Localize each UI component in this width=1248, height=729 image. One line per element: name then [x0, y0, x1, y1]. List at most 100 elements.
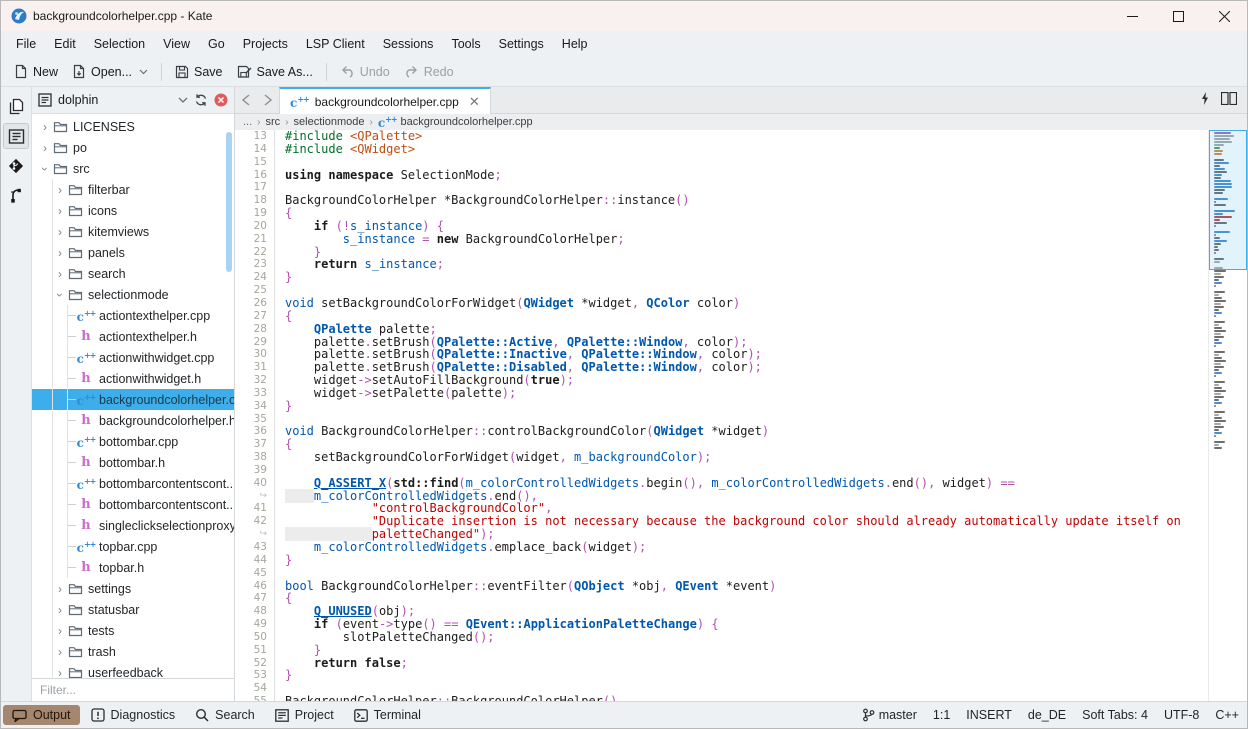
tree-folder-panels[interactable]: ›panels [32, 242, 234, 263]
menu-go[interactable]: Go [199, 34, 234, 54]
panel-button-output[interactable]: Output [3, 705, 80, 725]
menu-file[interactable]: File [7, 34, 45, 54]
expand-arrow-icon[interactable]: › [38, 142, 52, 154]
tree-file-bottombarcontentscont-[interactable]: c++bottombarcontentscont... [32, 473, 234, 494]
history-back-icon[interactable] [235, 87, 257, 113]
toolbar-separator [161, 63, 162, 81]
open-button[interactable]: Open... [65, 61, 155, 82]
tab-backgroundcolorhelper[interactable]: c++ backgroundcolorhelper.cpp ✕ [279, 87, 491, 114]
minimap-viewport[interactable] [1209, 130, 1247, 270]
history-forward-icon[interactable] [257, 87, 279, 113]
tree-file-topbar-cpp[interactable]: c++topbar.cpp [32, 536, 234, 557]
tree-file-backgroundcolorhelper-c-[interactable]: c++backgroundcolorhelper.c... [32, 389, 234, 410]
tree-scrollbar[interactable] [226, 132, 232, 272]
tree-folder-po[interactable]: ›po [32, 137, 234, 158]
code-editor[interactable]: 13#include <QPalette>14#include <QWidget… [235, 130, 1208, 701]
panel-button-project[interactable]: Project [266, 705, 343, 725]
tree-branch-tick [68, 336, 76, 337]
new-button[interactable]: New [7, 61, 65, 82]
split-view-icon[interactable] [1221, 92, 1237, 108]
tree-folder-src[interactable]: ›src [32, 158, 234, 179]
tree-folder-filterbar[interactable]: ›filterbar [32, 179, 234, 200]
redo-button[interactable]: Redo [397, 62, 461, 82]
sidebar-tool-git[interactable] [3, 153, 29, 179]
menu-settings[interactable]: Settings [490, 34, 553, 54]
minimap-scrollbar[interactable] [1208, 130, 1247, 701]
filter-input[interactable] [32, 678, 234, 701]
tree-file-bottombarcontentscont-[interactable]: hbottombarcontentscont... [32, 494, 234, 515]
tab-close-icon[interactable]: ✕ [469, 94, 480, 110]
expand-arrow-icon[interactable]: › [53, 625, 67, 637]
close-project-icon[interactable] [214, 93, 228, 107]
expand-arrow-icon[interactable]: › [53, 184, 67, 196]
status-c++[interactable]: C++ [1215, 708, 1239, 722]
tree-file-singleclickselectionproxy-[interactable]: hsingleclickselectionproxy... [32, 515, 234, 536]
refresh-icon[interactable] [194, 93, 208, 107]
maximize-button[interactable] [1155, 1, 1201, 31]
tree-folder-icons[interactable]: ›icons [32, 200, 234, 221]
undo-button[interactable]: Undo [333, 62, 397, 82]
tree-folder-trash[interactable]: ›trash [32, 641, 234, 662]
expand-arrow-icon[interactable]: › [53, 205, 67, 217]
menu-view[interactable]: View [154, 34, 199, 54]
status-utf-8[interactable]: UTF-8 [1164, 708, 1199, 722]
expand-arrow-icon[interactable]: › [53, 247, 67, 259]
tree-folder-userfeedback[interactable]: ›userfeedback [32, 662, 234, 678]
breadcrumb-selectionmode[interactable]: selectionmode [294, 116, 365, 128]
tree-folder-search[interactable]: ›search [32, 263, 234, 284]
tree-folder-selectionmode[interactable]: ›selectionmode [32, 284, 234, 305]
menu-help[interactable]: Help [553, 34, 597, 54]
chevron-down-icon[interactable] [178, 97, 188, 103]
tree-folder-tests[interactable]: ›tests [32, 620, 234, 641]
save-as-button[interactable]: Save As... [230, 62, 320, 82]
breadcrumb-ellipsis[interactable]: ... [243, 116, 252, 128]
tree-folder-statusbar[interactable]: ›statusbar [32, 599, 234, 620]
breadcrumb-src[interactable]: src [266, 116, 281, 128]
sidebar-tool-project[interactable] [3, 123, 29, 149]
panel-button-search[interactable]: Search [186, 705, 264, 725]
menu-sessions[interactable]: Sessions [374, 34, 443, 54]
menu-edit[interactable]: Edit [45, 34, 85, 54]
status-master[interactable]: master [862, 708, 917, 722]
tree-file-backgroundcolorhelper-h[interactable]: hbackgroundcolorhelper.h [32, 410, 234, 431]
collapse-arrow-icon[interactable]: › [53, 289, 67, 301]
panel-button-terminal[interactable]: Terminal [345, 705, 430, 725]
tree-file-actionwithwidget-cpp[interactable]: c++actionwithwidget.cpp [32, 347, 234, 368]
expand-arrow-icon[interactable]: › [53, 646, 67, 658]
tree-file-actionwithwidget-h[interactable]: hactionwithwidget.h [32, 368, 234, 389]
tree-file-topbar-h[interactable]: htopbar.h [32, 557, 234, 578]
status-insert[interactable]: INSERT [966, 708, 1012, 722]
status-soft-tabs-4[interactable]: Soft Tabs: 4 [1082, 708, 1148, 722]
minimize-button[interactable] [1109, 1, 1155, 31]
tree-folder-settings[interactable]: ›settings [32, 578, 234, 599]
expand-arrow-icon[interactable]: › [53, 226, 67, 238]
tree-file-actiontexthelper-cpp[interactable]: c++actiontexthelper.cpp [32, 305, 234, 326]
tree-folder-kitemviews[interactable]: ›kitemviews [32, 221, 234, 242]
collapse-arrow-icon[interactable]: › [38, 163, 52, 175]
expand-arrow-icon[interactable]: › [53, 604, 67, 616]
menu-tools[interactable]: Tools [442, 34, 489, 54]
tree-file-actiontexthelper-h[interactable]: hactiontexthelper.h [32, 326, 234, 347]
menu-selection[interactable]: Selection [85, 34, 154, 54]
expand-arrow-icon[interactable]: › [53, 583, 67, 595]
menu-projects[interactable]: Projects [234, 34, 297, 54]
status-1-1[interactable]: 1:1 [933, 708, 950, 722]
chevron-down-icon[interactable] [139, 69, 148, 75]
tree-file-bottombar-cpp[interactable]: c++bottombar.cpp [32, 431, 234, 452]
breadcrumb-backgroundcolorhelper-cpp[interactable]: c++backgroundcolorhelper.cpp [378, 114, 533, 130]
panel-button-diagnostics[interactable]: Diagnostics [82, 705, 185, 725]
menu-lsp-client[interactable]: LSP Client [297, 34, 374, 54]
status-de-de[interactable]: de_DE [1028, 708, 1066, 722]
tree-folder-licenses[interactable]: ›LICENSES [32, 116, 234, 137]
sidebar-tool-documents[interactable] [3, 93, 29, 119]
minimap-line [1214, 279, 1219, 281]
expand-arrow-icon[interactable]: › [38, 121, 52, 133]
quick-open-icon[interactable] [1201, 92, 1209, 108]
expand-arrow-icon[interactable]: › [53, 667, 67, 679]
expand-arrow-icon[interactable]: › [53, 268, 67, 280]
sidebar-tool-symbols[interactable] [3, 183, 29, 209]
save-button[interactable]: Save [168, 62, 230, 82]
close-button[interactable] [1201, 1, 1247, 31]
project-selector[interactable]: dolphin [58, 93, 172, 107]
tree-file-bottombar-h[interactable]: hbottombar.h [32, 452, 234, 473]
